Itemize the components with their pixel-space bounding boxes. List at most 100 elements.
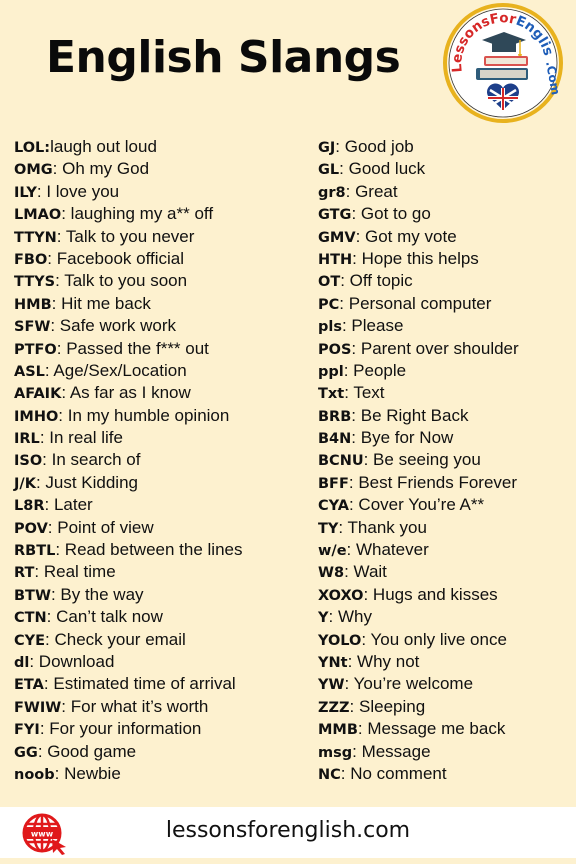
slang-meaning: : Bye for Now <box>351 428 454 448</box>
slang-abbreviation: BRB <box>318 408 352 425</box>
slang-meaning: : No comment <box>340 763 447 783</box>
slang-entry: ASL: Age/Sex/Location <box>14 360 242 382</box>
slang-entry: IRL: In real life <box>14 427 242 449</box>
slang-meaning: : Read between the lines <box>55 540 243 560</box>
slang-entry: YW: You’re welcome <box>318 673 519 695</box>
slang-meaning: : Point of view <box>47 517 154 537</box>
slang-entry: ISO: In search of <box>14 449 242 471</box>
slang-abbreviation: YNt <box>318 654 348 671</box>
slang-entry: GTG: Got to go <box>318 203 519 225</box>
slang-meaning: : Talk to you never <box>56 226 195 246</box>
slang-abbreviation: w/e <box>318 543 347 560</box>
slang-abbreviation: PC <box>318 296 340 313</box>
slang-entry: SFW: Safe work work <box>14 315 242 337</box>
slang-entry: BRB: Be Right Back <box>318 405 519 427</box>
slang-abbreviation: CYE <box>14 632 46 649</box>
slang-meaning: : Whatever <box>346 540 429 560</box>
slang-abbreviation: ppl <box>318 363 344 380</box>
slang-abbreviation: HMB <box>14 296 52 313</box>
slang-entry: w/e: Whatever <box>318 539 519 561</box>
slang-abbreviation: W8 <box>318 565 345 582</box>
slang-entry: RBTL: Read between the lines <box>14 539 242 561</box>
slang-abbreviation: CTN <box>14 610 47 627</box>
slang-entry: PTFO: Passed the f*** out <box>14 338 242 360</box>
slang-abbreviation: XOXO <box>318 587 364 604</box>
slang-entry: GG: Good game <box>14 741 242 763</box>
slang-entry: msg: Message <box>318 741 519 763</box>
slang-entry: TTYN: Talk to you never <box>14 226 242 248</box>
slang-meaning: : Estimated time of arrival <box>43 674 236 694</box>
slang-meaning: : Hit me back <box>51 293 151 313</box>
slang-meaning: : Got my vote <box>355 226 457 246</box>
slang-abbreviation: B4N <box>318 431 352 448</box>
slang-meaning: : Be seeing you <box>363 450 481 470</box>
slang-abbreviation: POV <box>14 520 48 537</box>
slang-abbreviation: AFAIK <box>14 386 62 403</box>
slang-meaning: : laughing my a** off <box>61 204 214 224</box>
slang-meaning: : Message me back <box>357 719 506 739</box>
slang-meaning: : Parent over shoulder <box>351 338 519 358</box>
slang-entry: HMB: Hit me back <box>14 293 242 315</box>
slang-entry: OT: Off topic <box>318 270 519 292</box>
slang-abbreviation: BCNU <box>318 453 364 470</box>
footer-bar: www lessonsforenglish.com <box>0 807 576 858</box>
slang-meaning: : Download <box>29 651 115 671</box>
slang-abbreviation: SFW <box>14 319 51 336</box>
slang-entry: BFF: Best Friends Forever <box>318 472 519 494</box>
slang-entry: ppl: People <box>318 360 519 382</box>
slang-abbreviation: GG <box>14 744 38 761</box>
slang-entry: ILY: I love you <box>14 181 242 203</box>
slang-meaning: : Be Right Back <box>351 405 469 425</box>
slang-meaning: : Why not <box>347 651 420 671</box>
slang-entry: B4N: Bye for Now <box>318 427 519 449</box>
slang-entry: ETA: Estimated time of arrival <box>14 673 242 695</box>
slang-meaning: : Later <box>44 495 93 515</box>
slang-entry: RT: Real time <box>14 561 242 583</box>
slang-abbreviation: ZZZ <box>318 699 350 716</box>
slang-meaning: : Check your email <box>45 629 186 649</box>
slang-entry: noob: Newbie <box>14 763 242 785</box>
slang-meaning: : Facebook official <box>47 248 185 268</box>
slang-abbreviation: GL <box>318 162 340 179</box>
slang-meaning: : Wait <box>344 562 387 582</box>
slang-abbreviation: CYA <box>318 498 349 515</box>
slang-abbreviation: msg <box>318 744 353 761</box>
slang-entry: gr8: Great <box>318 181 519 203</box>
slang-abbreviation: J/K <box>14 475 36 492</box>
slang-abbreviation: YW <box>318 677 345 694</box>
slang-meaning: : Hope this helps <box>352 248 479 268</box>
slang-abbreviation: HTH <box>318 251 353 268</box>
slang-entry: dl: Download <box>14 651 242 673</box>
lessonsforenglish-logo: LessonsForEnglish .Com <box>440 2 563 123</box>
slang-meaning: : Good game <box>37 741 137 761</box>
slang-meaning: : Personal computer <box>339 293 492 313</box>
slang-meaning: : In my humble opinion <box>58 405 230 425</box>
slang-abbreviation: MMB <box>318 722 358 739</box>
slang-abbreviation: RT <box>14 565 35 582</box>
slang-meaning: : Got to go <box>351 204 431 224</box>
slang-abbreviation: NC <box>318 766 341 783</box>
slang-meaning: : As far as I know <box>61 383 191 403</box>
slang-entry: BTW: By the way <box>14 584 242 606</box>
slang-entry: BCNU: Be seeing you <box>318 449 519 471</box>
slang-abbreviation: GMV <box>318 229 356 246</box>
slang-entry: HTH: Hope this helps <box>318 248 519 270</box>
page-title: English Slangs <box>46 32 401 83</box>
slang-abbreviation: L8R <box>14 498 45 515</box>
slang-meaning: : Real time <box>34 562 116 582</box>
slang-meaning: : Age/Sex/Location <box>44 360 187 380</box>
slang-entry: CYA: Cover You’re A** <box>318 494 519 516</box>
footer-website-link[interactable]: lessonsforenglish.com <box>0 813 576 849</box>
slang-abbreviation: OMG <box>14 162 53 179</box>
slang-entry: POS: Parent over shoulder <box>318 338 519 360</box>
slang-abbreviation: ETA <box>14 677 44 694</box>
slang-entry: YNt: Why not <box>318 651 519 673</box>
slang-entry: IMHO: In my humble opinion <box>14 405 242 427</box>
slang-entry: GJ: Good job <box>318 136 519 158</box>
slang-entry: YOLO: You only live once <box>318 629 519 651</box>
slang-meaning: : Talk to you soon <box>55 271 188 291</box>
slang-abbreviation: POS <box>318 341 352 358</box>
slang-abbreviation: IMHO <box>14 408 59 425</box>
slang-abbreviation: IRL <box>14 431 40 448</box>
slang-meaning: laugh out loud <box>50 137 157 156</box>
